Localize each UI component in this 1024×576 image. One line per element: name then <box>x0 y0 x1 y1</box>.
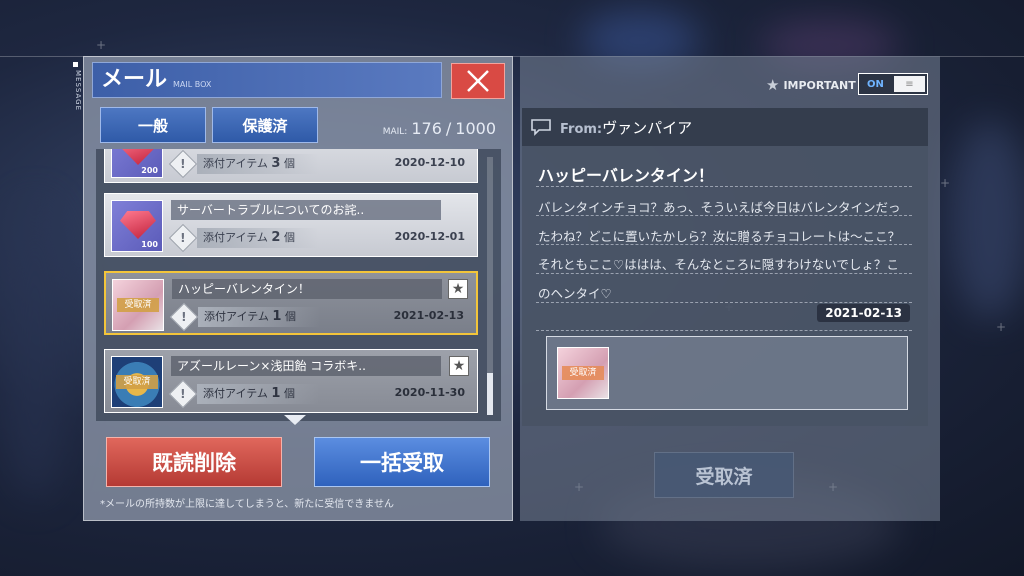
mail-list[interactable]: 200 ! 添付アイテム 3 個 2020-12-10 100 サーバートラブル… <box>96 149 501 421</box>
character-thumbnail: 受取済 <box>112 279 164 331</box>
exclamation-icon: ! <box>168 149 198 179</box>
divider <box>536 330 912 331</box>
star-icon[interactable]: ★ <box>449 356 469 376</box>
gem-icon: 200 <box>111 149 163 178</box>
tab-protected[interactable]: 保護済 <box>212 107 318 143</box>
gem-icon: 100 <box>111 200 163 252</box>
list-item[interactable]: 200 ! 添付アイテム 3 個 2020-12-10 <box>104 149 478 183</box>
mail-subject: アズールレーン×浅田飴 コラボキ.. <box>171 356 441 376</box>
ball-thumbnail: 受取済 <box>111 356 163 408</box>
attachment-item[interactable]: 受取済 <box>557 347 609 399</box>
mail-count-max: 1000 <box>455 119 496 138</box>
mail-body: バレンタインチョコ？あっ、そういえば今日はバレンタインだったわね？どこに置いたか… <box>538 200 901 301</box>
mail-date: 2020-12-10 <box>394 156 465 169</box>
toggle-knob: ≡ <box>893 76 925 92</box>
list-item-selected[interactable]: 受取済 ハッピーバレンタイン！ ★ ! 添付アイテム 1 個 2021-02-1… <box>104 271 478 335</box>
divider <box>536 302 912 303</box>
mail-date: 2021-02-13 <box>393 309 464 322</box>
decor-plus: + <box>996 320 1007 334</box>
mail-count: MAIL: 176 / 1000 <box>382 119 496 138</box>
exclamation-icon: ! <box>168 379 198 409</box>
delete-read-button[interactable]: 既読削除 <box>106 437 282 487</box>
from-bar: From:ヴァンパイア <box>522 108 928 146</box>
list-item[interactable]: 受取済 アズールレーン×浅田飴 コラボキ.. ★ ! 添付アイテム 1 個 20… <box>104 349 478 413</box>
claim-all-button[interactable]: 一括受取 <box>314 437 490 487</box>
mail-subject: ハッピーバレンタイン！ <box>172 279 442 299</box>
side-label: MESSAGE <box>74 70 82 111</box>
toggle-state: ON <box>867 78 884 90</box>
mail-detail: From:ヴァンパイア ハッピーバレンタイン！ バレンタインチョコ？あっ、そうい… <box>522 108 928 426</box>
divider <box>536 273 912 274</box>
from-label: From: <box>560 121 603 137</box>
sender-name: ヴァンパイア <box>602 118 693 137</box>
tab-general[interactable]: 一般 <box>100 107 206 143</box>
exclamation-icon: ! <box>169 302 199 332</box>
title-bar: メール MAIL BOX <box>92 62 442 98</box>
speech-bubble-icon <box>531 119 551 136</box>
mail-subject: サーバートラブルについてのお詫.. <box>171 200 441 220</box>
divider <box>536 186 912 187</box>
claimed-badge: 受取済 <box>117 298 159 312</box>
attachment-box: 受取済 <box>546 336 908 410</box>
claimed-badge: 受取済 <box>116 375 158 389</box>
divider <box>536 215 912 216</box>
scrollbar[interactable] <box>487 157 493 415</box>
decor-plus: + <box>96 38 107 52</box>
close-icon <box>467 70 489 92</box>
star-icon: ★ <box>766 76 780 94</box>
mail-date: 2021-02-13 <box>817 304 910 322</box>
page-title: メール <box>101 67 168 92</box>
page-subtitle: MAIL BOX <box>173 80 212 89</box>
exclamation-icon: ! <box>168 223 198 253</box>
scroll-thumb[interactable] <box>487 373 493 415</box>
decor-plus: + <box>940 176 951 190</box>
footer-note: *メールの所持数が上限に達してしまうと、新たに受信できません <box>100 499 394 510</box>
scroll-down-icon <box>284 415 306 425</box>
close-button[interactable] <box>451 63 505 99</box>
claimed-button[interactable]: 受取済 <box>654 452 794 498</box>
mail-title: ハッピーバレンタイン！ <box>538 166 714 185</box>
side-marker <box>73 62 78 67</box>
list-item[interactable]: 100 サーバートラブルについてのお詫.. ! 添付アイテム 2 個 2020-… <box>104 193 478 257</box>
mail-count-current: 176 <box>411 119 442 138</box>
divider <box>536 244 912 245</box>
important-label: ★ IMPORTANT <box>766 76 856 94</box>
claimed-badge: 受取済 <box>562 366 604 380</box>
star-icon[interactable]: ★ <box>448 279 468 299</box>
mail-date: 2020-12-01 <box>394 230 465 243</box>
mail-count-label: MAIL: <box>382 127 408 137</box>
mailbox-panel: メール MAIL BOX 一般 保護済 MAIL: 176 / 1000 200… <box>83 56 513 521</box>
mail-date: 2020-11-30 <box>394 386 465 399</box>
tab-bar: 一般 保護済 <box>100 107 318 143</box>
important-toggle[interactable]: ON ≡ <box>858 73 928 95</box>
mail-detail-panel: ★ IMPORTANT ON ≡ From:ヴァンパイア ハッピーバレンタイン！… <box>520 56 940 521</box>
